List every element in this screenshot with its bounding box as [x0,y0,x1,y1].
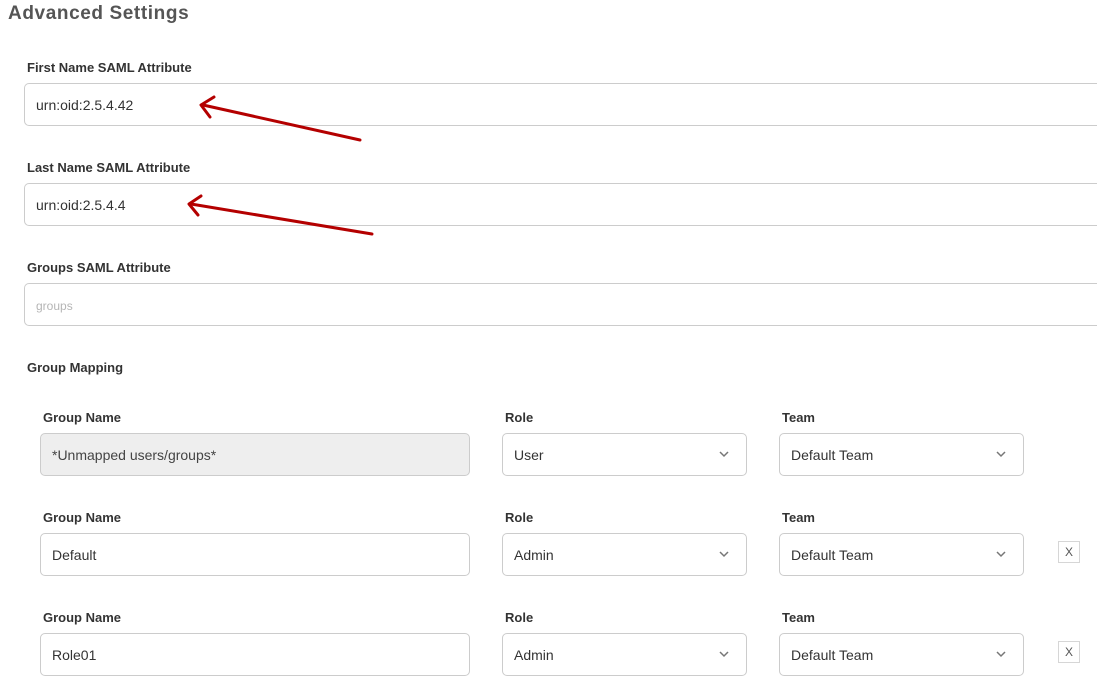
role-select-value: Admin [514,647,554,663]
chevron-down-icon [719,551,729,558]
unmapped-group-name-input [40,433,470,476]
role-select[interactable]: Admin [502,633,747,676]
chevron-down-icon [996,551,1006,558]
group-name-column-label: Group Name [43,510,122,525]
group-mapping-label: Group Mapping [27,360,124,375]
team-select[interactable]: Default Team [779,433,1024,476]
role-select[interactable]: User [502,433,747,476]
group-name-column-label: Group Name [43,610,122,625]
page-title: Advanced Settings [8,3,190,24]
role-select[interactable]: Admin [502,533,747,576]
first-name-label: First Name SAML Attribute [27,60,192,75]
team-select-value: Default Team [791,647,874,663]
team-column-label: Team [782,510,815,525]
groups-input[interactable] [24,283,1097,326]
team-select[interactable]: Default Team [779,533,1024,576]
group-name-input[interactable] [40,633,470,676]
remove-mapping-button[interactable]: X [1058,541,1080,563]
last-name-label: Last Name SAML Attribute [27,160,191,175]
team-select[interactable]: Default Team [779,633,1024,676]
chevron-down-icon [996,451,1006,458]
groups-label: Groups SAML Attribute [27,260,171,275]
team-select-value: Default Team [791,447,874,463]
last-name-input[interactable] [24,183,1097,226]
chevron-down-icon [719,451,729,458]
group-name-input[interactable] [40,533,470,576]
chevron-down-icon [719,651,729,658]
team-column-label: Team [782,410,815,425]
team-select-value: Default Team [791,547,874,563]
first-name-input[interactable] [24,83,1097,126]
role-select-value: User [514,447,544,463]
role-column-label: Role [505,510,534,525]
remove-mapping-button[interactable]: X [1058,641,1080,663]
team-column-label: Team [782,610,815,625]
group-name-column-label: Group Name [43,410,122,425]
role-select-value: Admin [514,547,554,563]
chevron-down-icon [996,651,1006,658]
role-column-label: Role [505,610,534,625]
role-column-label: Role [505,410,534,425]
